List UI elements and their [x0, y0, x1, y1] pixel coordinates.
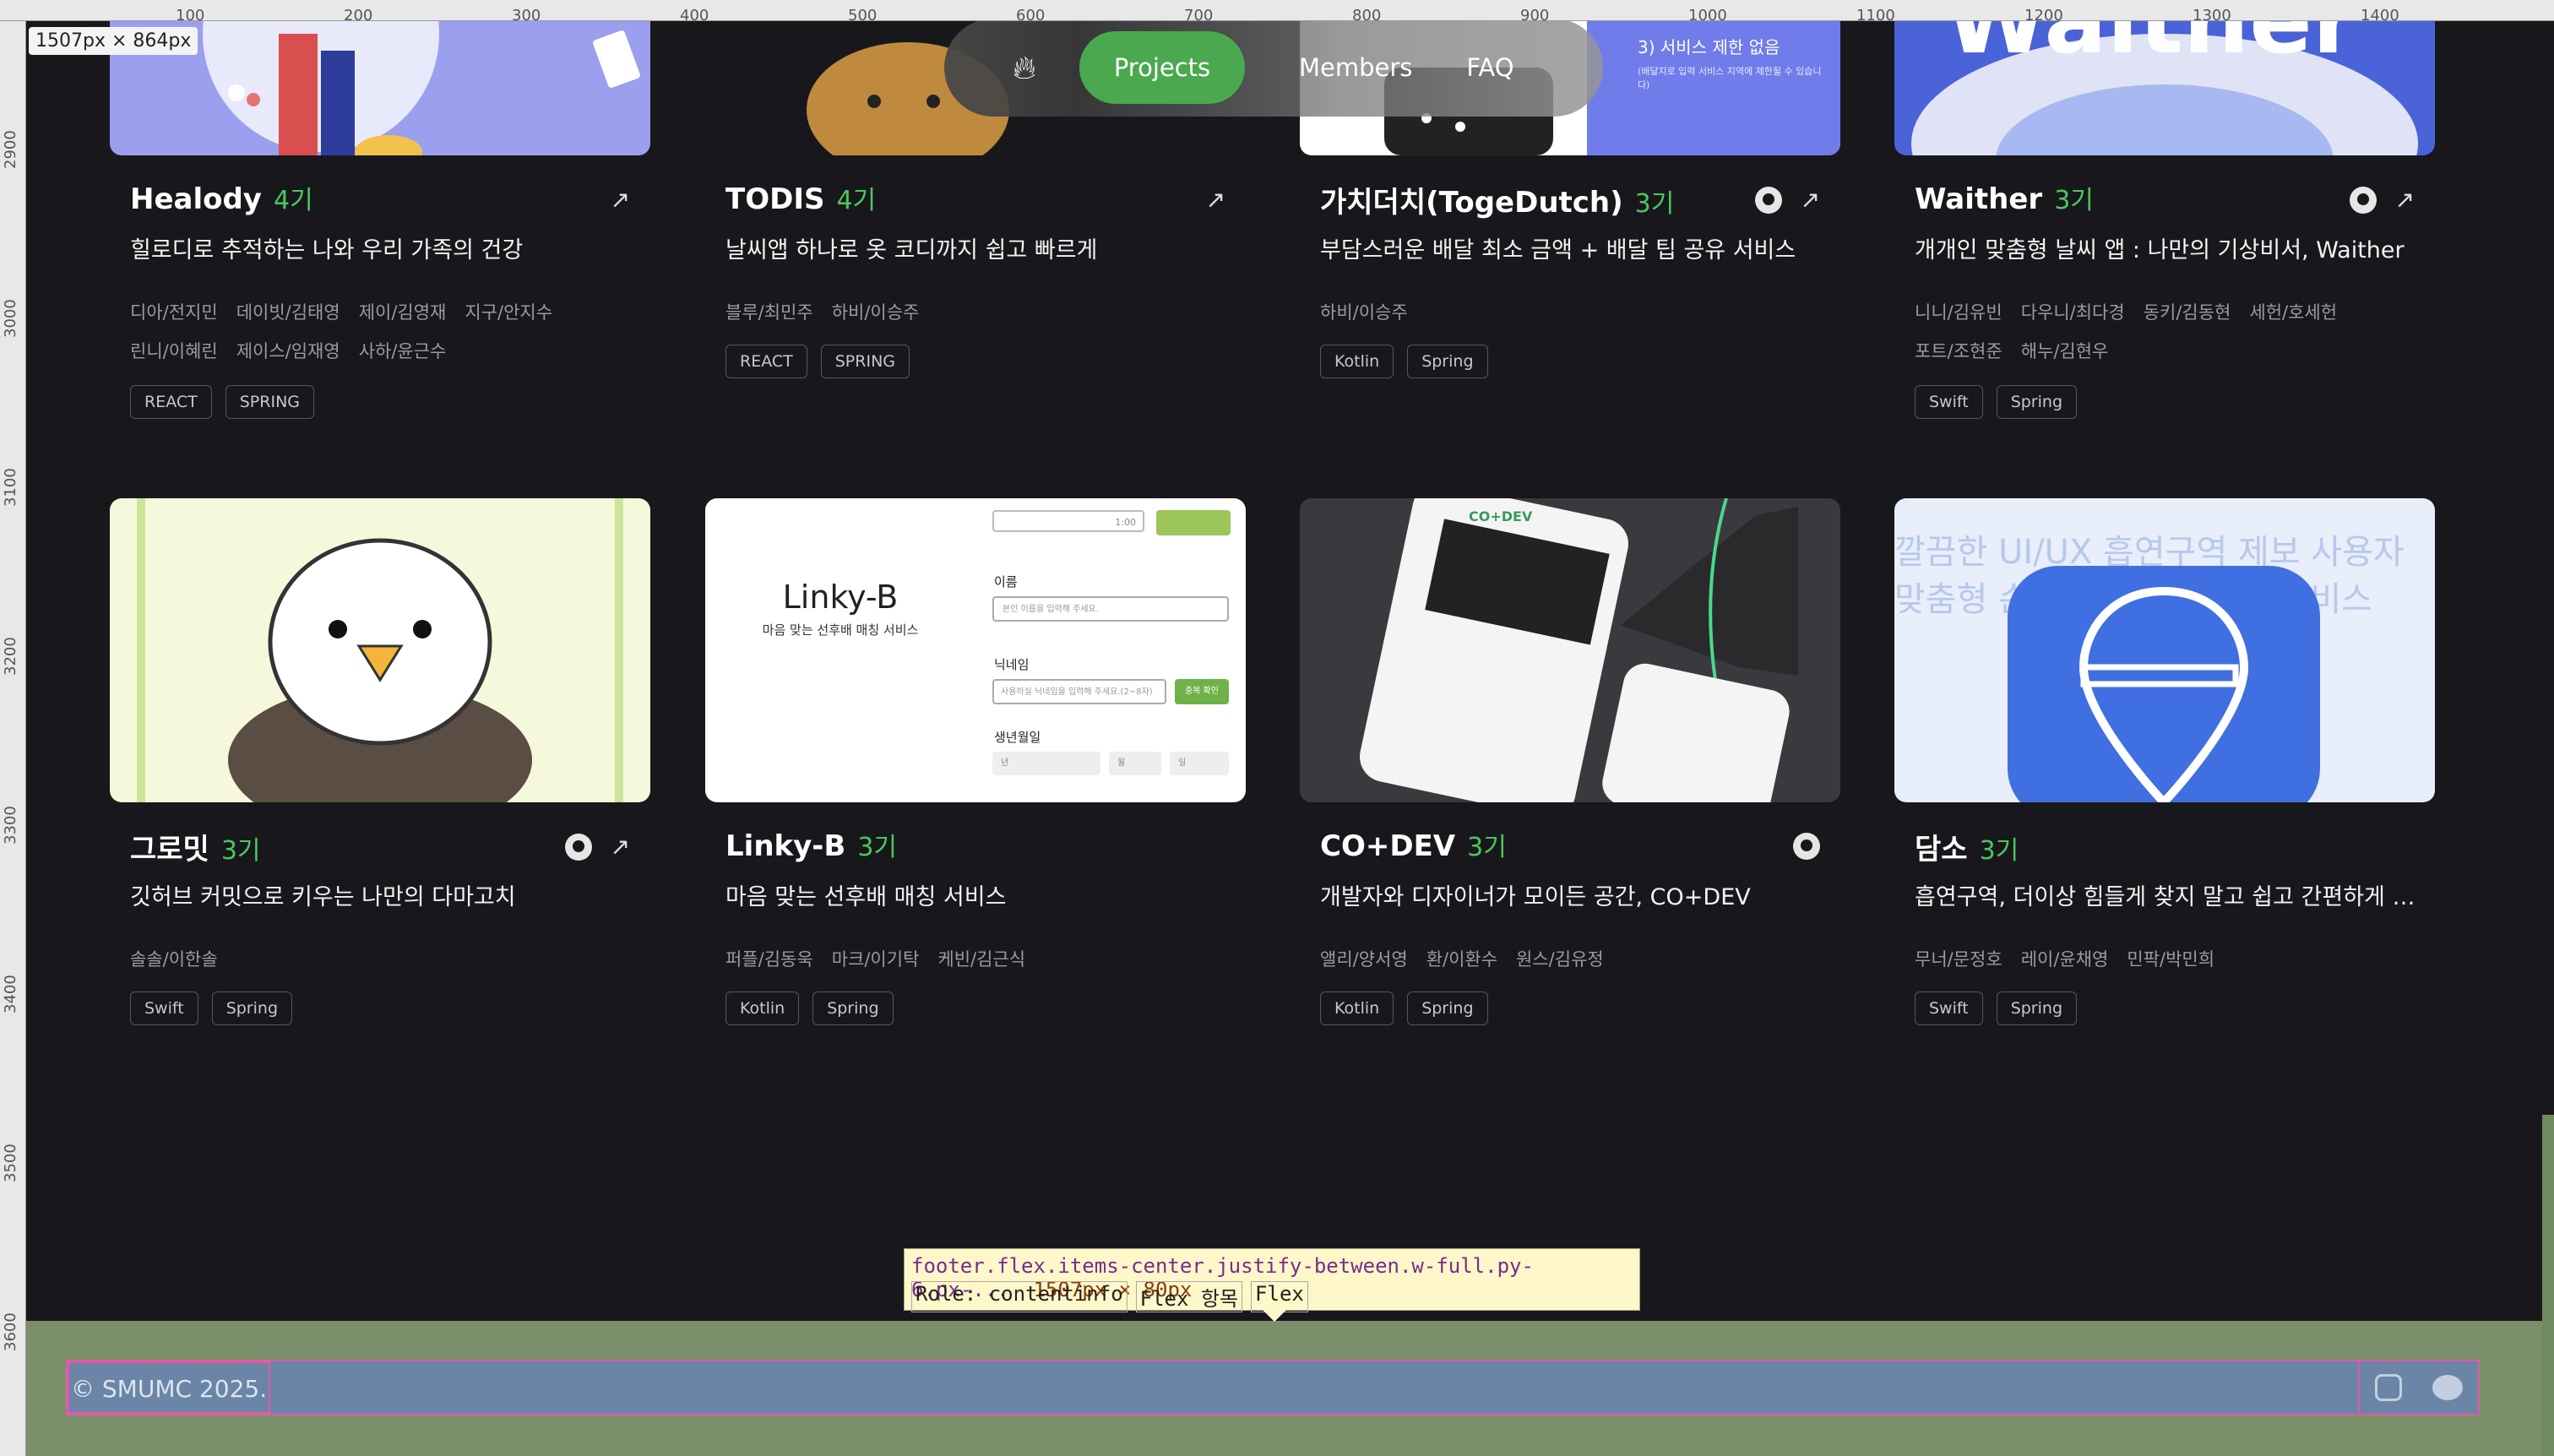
- footer-social-links: [2358, 1361, 2478, 1414]
- ruler-tick-label: 800: [1352, 7, 1382, 24]
- ruler-tick-label: 3000: [2, 299, 19, 338]
- ruler-tick-label: 100: [176, 7, 205, 24]
- ruler-tick-label: 3100: [2, 468, 19, 507]
- ruler-tick-label: 300: [512, 7, 541, 24]
- tech-tags: Kotlin Spring: [1320, 991, 1488, 1025]
- chat-icon[interactable]: [2432, 1375, 2463, 1400]
- tech-tag: Spring: [1407, 991, 1488, 1025]
- nav-members[interactable]: Members: [1299, 53, 1412, 82]
- nav-faq[interactable]: FAQ: [1466, 53, 1513, 82]
- ruler-left: 2900 3000 3100 3200 3300 3400 3500 3600: [0, 0, 26, 1456]
- tech-tag: Spring: [812, 991, 894, 1025]
- ruler-tick-label: 3500: [2, 1144, 19, 1182]
- member: 퍼플/김동욱: [725, 949, 813, 970]
- ruler-tick-label: 1300: [2193, 7, 2231, 24]
- footer: © SMUMC 2025.: [25, 1321, 2554, 1456]
- ruler-tick-label: 1200: [2024, 7, 2063, 24]
- tech-tag: Kotlin: [725, 991, 800, 1025]
- scrollbar[interactable]: [2542, 1115, 2554, 1456]
- top-nav: 🔥︎ Projects Members FAQ: [944, 19, 1603, 117]
- project-generation: 3기: [1467, 833, 1507, 862]
- project-card-linkyb: Linky-B 3기 마음 맞는 선후배 매칭 서비스 퍼플/김동욱 마크/이기…: [705, 0, 1246, 1047]
- project-title[interactable]: 그로밋: [130, 826, 209, 867]
- member: 원스/김유정: [1516, 949, 1604, 970]
- tech-tags: Swift Spring: [130, 991, 293, 1025]
- tech-tags: Swift Spring: [1915, 991, 2078, 1025]
- project-generation: 3기: [1979, 836, 2019, 866]
- project-title[interactable]: Linky-B: [725, 829, 845, 863]
- ruler-tick-label: 3300: [2, 806, 19, 845]
- tooltip-tail: [1263, 1310, 1286, 1322]
- project-description: 깃허브 커밋으로 키우는 나만의 다마고치: [130, 884, 516, 910]
- dimension-badge: 1507px × 864px: [29, 27, 198, 55]
- project-title[interactable]: CO+DEV: [1320, 829, 1455, 863]
- tech-tag: Spring: [1996, 991, 2078, 1025]
- project-description: 흡연구역, 더이상 힘들게 찾지 말고 쉽고 간편하게 …: [1915, 884, 2415, 910]
- project-description: 개발자와 디자이너가 모이든 공간, CO+DEV: [1320, 884, 1751, 910]
- member: 민팍/박민희: [2127, 949, 2215, 970]
- tech-tag: Kotlin: [1320, 991, 1394, 1025]
- member: 환/이환수: [1426, 949, 1498, 970]
- ruler-tick-label: 2900: [2, 130, 19, 169]
- footer-copyright: © SMUMC 2025.: [68, 1361, 271, 1414]
- member: 무너/문정호: [1915, 949, 2002, 970]
- project-card-codev: CO+DEV 3기 개발자와 디자이너가 모이든 공간, CO+DEV 앨리/양…: [1300, 0, 1840, 1047]
- ruler-tick-label: 200: [344, 7, 373, 24]
- ruler-tick-label: 500: [848, 7, 878, 24]
- project-card-damso: 담소 3기 흡연구역, 더이상 힘들게 찾지 말고 쉽고 간편하게 … 무너/문…: [1894, 0, 2435, 1047]
- ruler-tick-label: 3200: [2, 637, 19, 676]
- ruler-tick-label: 600: [1016, 7, 1046, 24]
- ruler-tick-label: 400: [680, 7, 709, 24]
- nav-projects[interactable]: Projects: [1079, 31, 1245, 104]
- project-generation: 3기: [857, 833, 898, 862]
- ruler-tick-label: 700: [1184, 7, 1214, 24]
- project-generation: 3기: [220, 836, 261, 866]
- project-card-gromit: 그로밋 3기 ↗ 깃허브 커밋으로 키우는 나만의 다마고치 솔솔/이한솔 Sw…: [110, 0, 650, 1047]
- ruler-tick-label: 900: [1520, 7, 1550, 24]
- footer-content-highlight: © SMUMC 2025.: [66, 1360, 2480, 1415]
- project-title[interactable]: 담소: [1915, 826, 1968, 867]
- ruler-tick-label: 1100: [1856, 7, 1895, 24]
- github-icon[interactable]: [1793, 833, 1820, 860]
- member-list: 앨리/양서영 환/이환수 원스/김유정: [1320, 946, 1827, 971]
- member: 케빈/김근식: [937, 949, 1026, 970]
- tech-tags: Kotlin Spring: [725, 991, 894, 1025]
- card-title-row: CO+DEV 3기: [1320, 826, 1507, 863]
- ruler-tick-label: 3400: [2, 975, 19, 1013]
- flame-icon[interactable]: 🔥︎: [995, 49, 1054, 87]
- ruler-tick-label: 1400: [2361, 7, 2399, 24]
- project-description: 마음 맞는 선후배 매칭 서비스: [725, 884, 1007, 910]
- tech-tag: Swift: [1915, 991, 1983, 1025]
- member-list: 퍼플/김동욱 마크/이기탁 케빈/김근식: [725, 946, 1232, 971]
- ruler-tick-label: 1000: [1688, 7, 1727, 24]
- card-title-row: 그로밋 3기: [130, 826, 261, 867]
- member-list: 솔솔/이한솔: [130, 946, 637, 971]
- card-title-row: Linky-B 3기: [725, 826, 897, 863]
- tooltip-role: Role: contentinfo: [911, 1281, 1128, 1312]
- member: 레이/윤채영: [2020, 949, 2109, 970]
- tech-tag: Swift: [130, 991, 198, 1025]
- member: 솔솔/이한솔: [130, 949, 218, 970]
- devtools-element-tooltip: footer.flex.items-center.justify-between…: [904, 1248, 1640, 1322]
- member-list: 무너/문정호 레이/윤채영 민팍/박민희: [1915, 946, 2421, 971]
- external-link-icon[interactable]: ↗: [611, 833, 630, 861]
- github-icon[interactable]: [564, 833, 592, 861]
- member: 마크/이기탁: [831, 949, 920, 970]
- ruler-top: 100 200 300 400 500 600 700 800 900 1000 1100 1200 1…: [0, 0, 2554, 24]
- instagram-icon[interactable]: [2375, 1374, 2402, 1401]
- ruler-tick-label: 3600: [2, 1312, 19, 1351]
- tech-tag: Spring: [211, 991, 293, 1025]
- tooltip-flex-item: Flex 항목: [1135, 1281, 1243, 1312]
- member: 앨리/양서영: [1320, 949, 1408, 970]
- tooltip-flex: Flex: [1251, 1281, 1308, 1312]
- card-title-row: 담소 3기: [1915, 826, 2019, 867]
